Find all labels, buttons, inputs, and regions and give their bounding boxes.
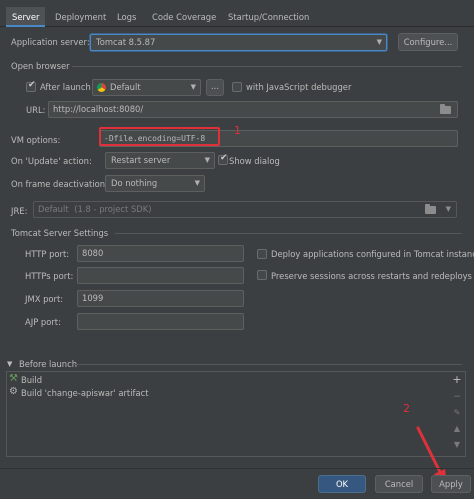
chevron-down-icon: ▼ [204,156,210,164]
app-server-label: Application server: [11,37,90,47]
collapse-triangle-icon[interactable]: ▼ [7,358,12,370]
chevron-down-icon[interactable]: ▼ [446,202,451,217]
ajp-port-label: AJP port: [25,317,61,327]
list-item[interactable]: ⚙ Build 'change-apiswar' artifact [7,386,465,400]
jmx-port-value: 1099 [82,293,104,303]
tab-code-coverage[interactable]: Code Coverage [146,7,222,27]
tab-deployment[interactable]: Deployment [49,7,112,27]
on-frame-value: Do nothing [111,178,158,188]
list-item-label: Build 'change-apiswar' artifact [21,388,149,398]
js-debugger-checkbox[interactable] [232,82,242,92]
jmx-port-label: JMX port: [25,294,64,304]
show-dialog-checkbox[interactable] [218,153,228,165]
open-browser-section: Open browser [11,61,70,71]
app-server-select[interactable]: Tomcat 8.5.87 ▼ [90,34,387,51]
annotation-1: 1 [234,124,241,137]
ajp-port-field[interactable] [77,313,244,330]
js-debugger-label: with JavaScript debugger [246,82,352,92]
deploy-apps-label: Deploy applications configured in Tomcat… [271,249,474,259]
on-update-label: On 'Update' action: [11,156,92,166]
chevron-down-icon: ▼ [376,38,382,46]
annotation-2: 2 [403,402,410,415]
divider [0,468,474,469]
highlight-box-1 [99,127,220,146]
before-launch-section: Before launch [19,359,78,369]
vm-options-label: VM options: [11,135,61,145]
move-down-icon[interactable]: ▼ [450,440,464,454]
jre-hint: (1.8 - project SDK) [74,204,152,214]
after-launch-label: After launch [40,82,91,92]
list-item[interactable]: ⚒ Build [7,373,465,387]
http-port-label: HTTP port: [25,249,70,259]
on-frame-label: On frame deactivation: [11,179,108,189]
apply-button[interactable]: Apply [431,475,471,493]
hammer-icon: ⚒ [9,373,18,384]
configure-button[interactable]: Configure... [398,33,458,51]
jre-value: Default [38,204,69,214]
jre-label: JRE: [11,206,28,216]
artifact-icon: ⚙ [9,386,18,397]
https-port-label: HTTPs port: [25,271,74,281]
jmx-port-field[interactable]: 1099 [77,290,244,307]
divider [72,66,462,67]
on-frame-select[interactable]: Do nothing ▼ [105,175,205,192]
before-launch-list: ⚒ Build ⚙ Build 'change-apiswar' artifac… [6,371,466,457]
jre-field[interactable]: Default (1.8 - project SDK) ▼ [33,201,457,218]
deploy-apps-checkbox[interactable] [257,249,267,259]
divider [74,364,462,365]
tab-bar: Server Deployment Logs Code Coverage Sta… [0,7,474,27]
tab-startup-connection[interactable]: Startup/Connection [222,7,315,27]
on-update-value: Restart server [111,155,171,165]
edit-icon[interactable]: ✎ [450,408,464,422]
chevron-down-icon: ▼ [194,179,200,187]
folder-icon[interactable] [440,104,451,114]
remove-icon[interactable]: − [450,392,464,406]
browser-select[interactable]: Default ▼ [92,79,201,96]
url-value: http://localhost:8080/ [53,104,144,114]
https-port-field[interactable] [77,267,244,284]
chrome-icon [97,83,106,92]
list-item-label: Build [21,375,43,385]
add-task-button[interactable]: + [450,373,464,387]
url-field[interactable]: http://localhost:8080/ [48,101,458,118]
preserve-sessions-label: Preserve sessions across restarts and re… [271,271,472,281]
tab-logs[interactable]: Logs [111,7,142,27]
tomcat-settings-section: Tomcat Server Settings [11,228,109,238]
browser-value: Default [110,82,141,92]
app-server-value: Tomcat 8.5.87 [96,37,156,47]
after-launch-checkbox[interactable] [26,80,36,92]
divider [115,233,462,234]
url-label: URL: [26,105,46,115]
folder-icon[interactable] [425,204,436,214]
cancel-button[interactable]: Cancel [375,475,423,493]
preserve-sessions-checkbox[interactable] [257,270,267,280]
http-port-field[interactable]: 8080 [77,245,244,262]
ok-button[interactable]: OK [318,475,366,493]
show-dialog-label: Show dialog [229,156,280,166]
browser-more-button[interactable]: ... [206,79,224,96]
on-update-select[interactable]: Restart server ▼ [105,152,215,169]
tab-server[interactable]: Server [6,7,46,27]
move-up-icon[interactable]: ▲ [450,424,464,438]
chevron-down-icon: ▼ [190,83,196,91]
http-port-value: 8080 [82,248,104,258]
